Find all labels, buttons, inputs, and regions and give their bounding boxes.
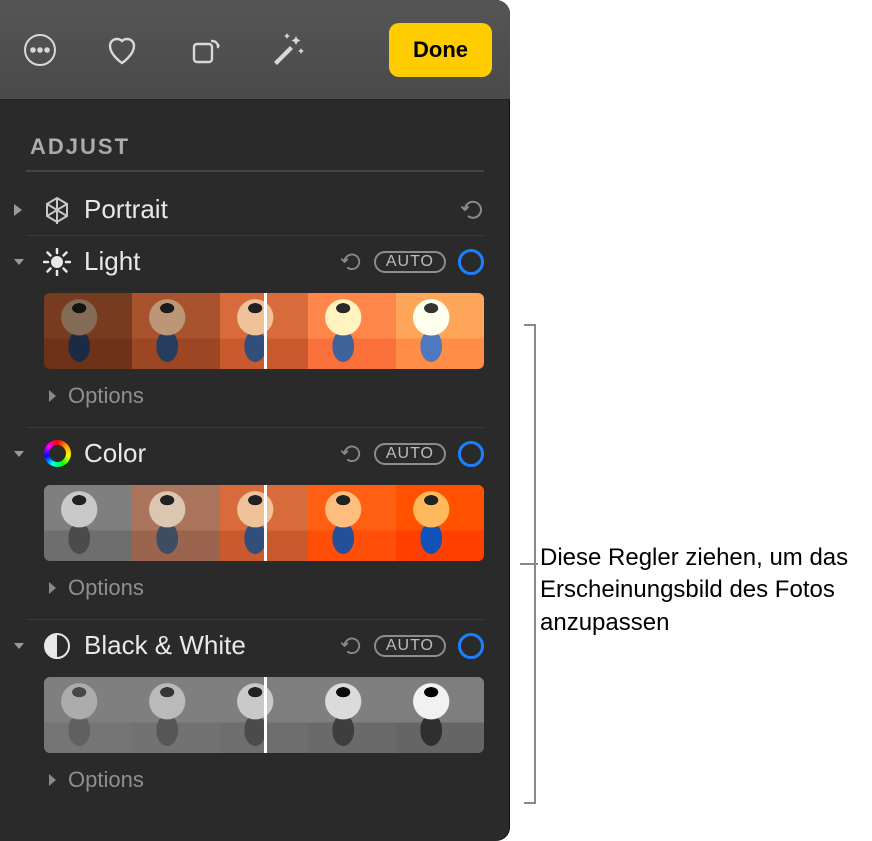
callout-text: Diese Regler ziehen, um das Erscheinungs… bbox=[540, 542, 872, 639]
bw-reset-icon[interactable] bbox=[340, 635, 362, 657]
light-options[interactable]: Options bbox=[0, 375, 510, 427]
done-button[interactable]: Done bbox=[389, 23, 492, 77]
row-portrait: Portrait bbox=[0, 184, 510, 235]
disclosure-light[interactable] bbox=[12, 255, 30, 269]
chevron-right-icon bbox=[48, 773, 58, 787]
color-slider-handle[interactable] bbox=[264, 485, 267, 561]
bw-toggle[interactable] bbox=[458, 633, 484, 659]
color-slider[interactable] bbox=[44, 485, 484, 561]
color-auto-button[interactable]: AUTO bbox=[374, 443, 446, 465]
light-slider-handle[interactable] bbox=[264, 293, 267, 369]
color-reset-icon[interactable] bbox=[340, 443, 362, 465]
bw-slider[interactable] bbox=[44, 677, 484, 753]
light-options-label: Options bbox=[68, 383, 144, 409]
favorite-icon[interactable] bbox=[100, 28, 144, 72]
light-toggle[interactable] bbox=[458, 249, 484, 275]
portrait-icon bbox=[42, 196, 72, 224]
light-auto-button[interactable]: AUTO bbox=[374, 251, 446, 273]
rotate-icon[interactable] bbox=[182, 28, 226, 72]
light-label: Light bbox=[84, 246, 140, 277]
color-label: Color bbox=[84, 438, 146, 469]
color-options[interactable]: Options bbox=[0, 567, 510, 619]
color-icon bbox=[42, 440, 72, 467]
row-color: Color AUTO bbox=[0, 428, 510, 479]
toolbar: Done bbox=[0, 0, 510, 100]
disclosure-portrait[interactable] bbox=[12, 202, 30, 218]
enhance-icon[interactable] bbox=[264, 28, 308, 72]
bw-icon bbox=[42, 633, 72, 659]
adjust-panel: Done ADJUST Portrait Light AUTO bbox=[0, 0, 510, 841]
divider bbox=[26, 170, 484, 172]
color-options-label: Options bbox=[68, 575, 144, 601]
row-light: Light AUTO bbox=[0, 236, 510, 287]
callout-tick bbox=[520, 563, 538, 565]
light-slider[interactable] bbox=[44, 293, 484, 369]
more-icon[interactable] bbox=[18, 28, 62, 72]
bw-auto-button[interactable]: AUTO bbox=[374, 635, 446, 657]
bw-label: Black & White bbox=[84, 630, 246, 661]
adjust-title: ADJUST bbox=[0, 100, 510, 170]
light-icon bbox=[42, 248, 72, 276]
bw-options-label: Options bbox=[68, 767, 144, 793]
bw-slider-handle[interactable] bbox=[264, 677, 267, 753]
portrait-label: Portrait bbox=[84, 194, 168, 225]
chevron-right-icon bbox=[48, 581, 58, 595]
light-reset-icon[interactable] bbox=[340, 251, 362, 273]
disclosure-bw[interactable] bbox=[12, 639, 30, 653]
chevron-right-icon bbox=[48, 389, 58, 403]
bw-options[interactable]: Options bbox=[0, 759, 510, 811]
portrait-reset-icon[interactable] bbox=[460, 198, 484, 222]
row-bw: Black & White AUTO bbox=[0, 620, 510, 671]
disclosure-color[interactable] bbox=[12, 447, 30, 461]
color-toggle[interactable] bbox=[458, 441, 484, 467]
